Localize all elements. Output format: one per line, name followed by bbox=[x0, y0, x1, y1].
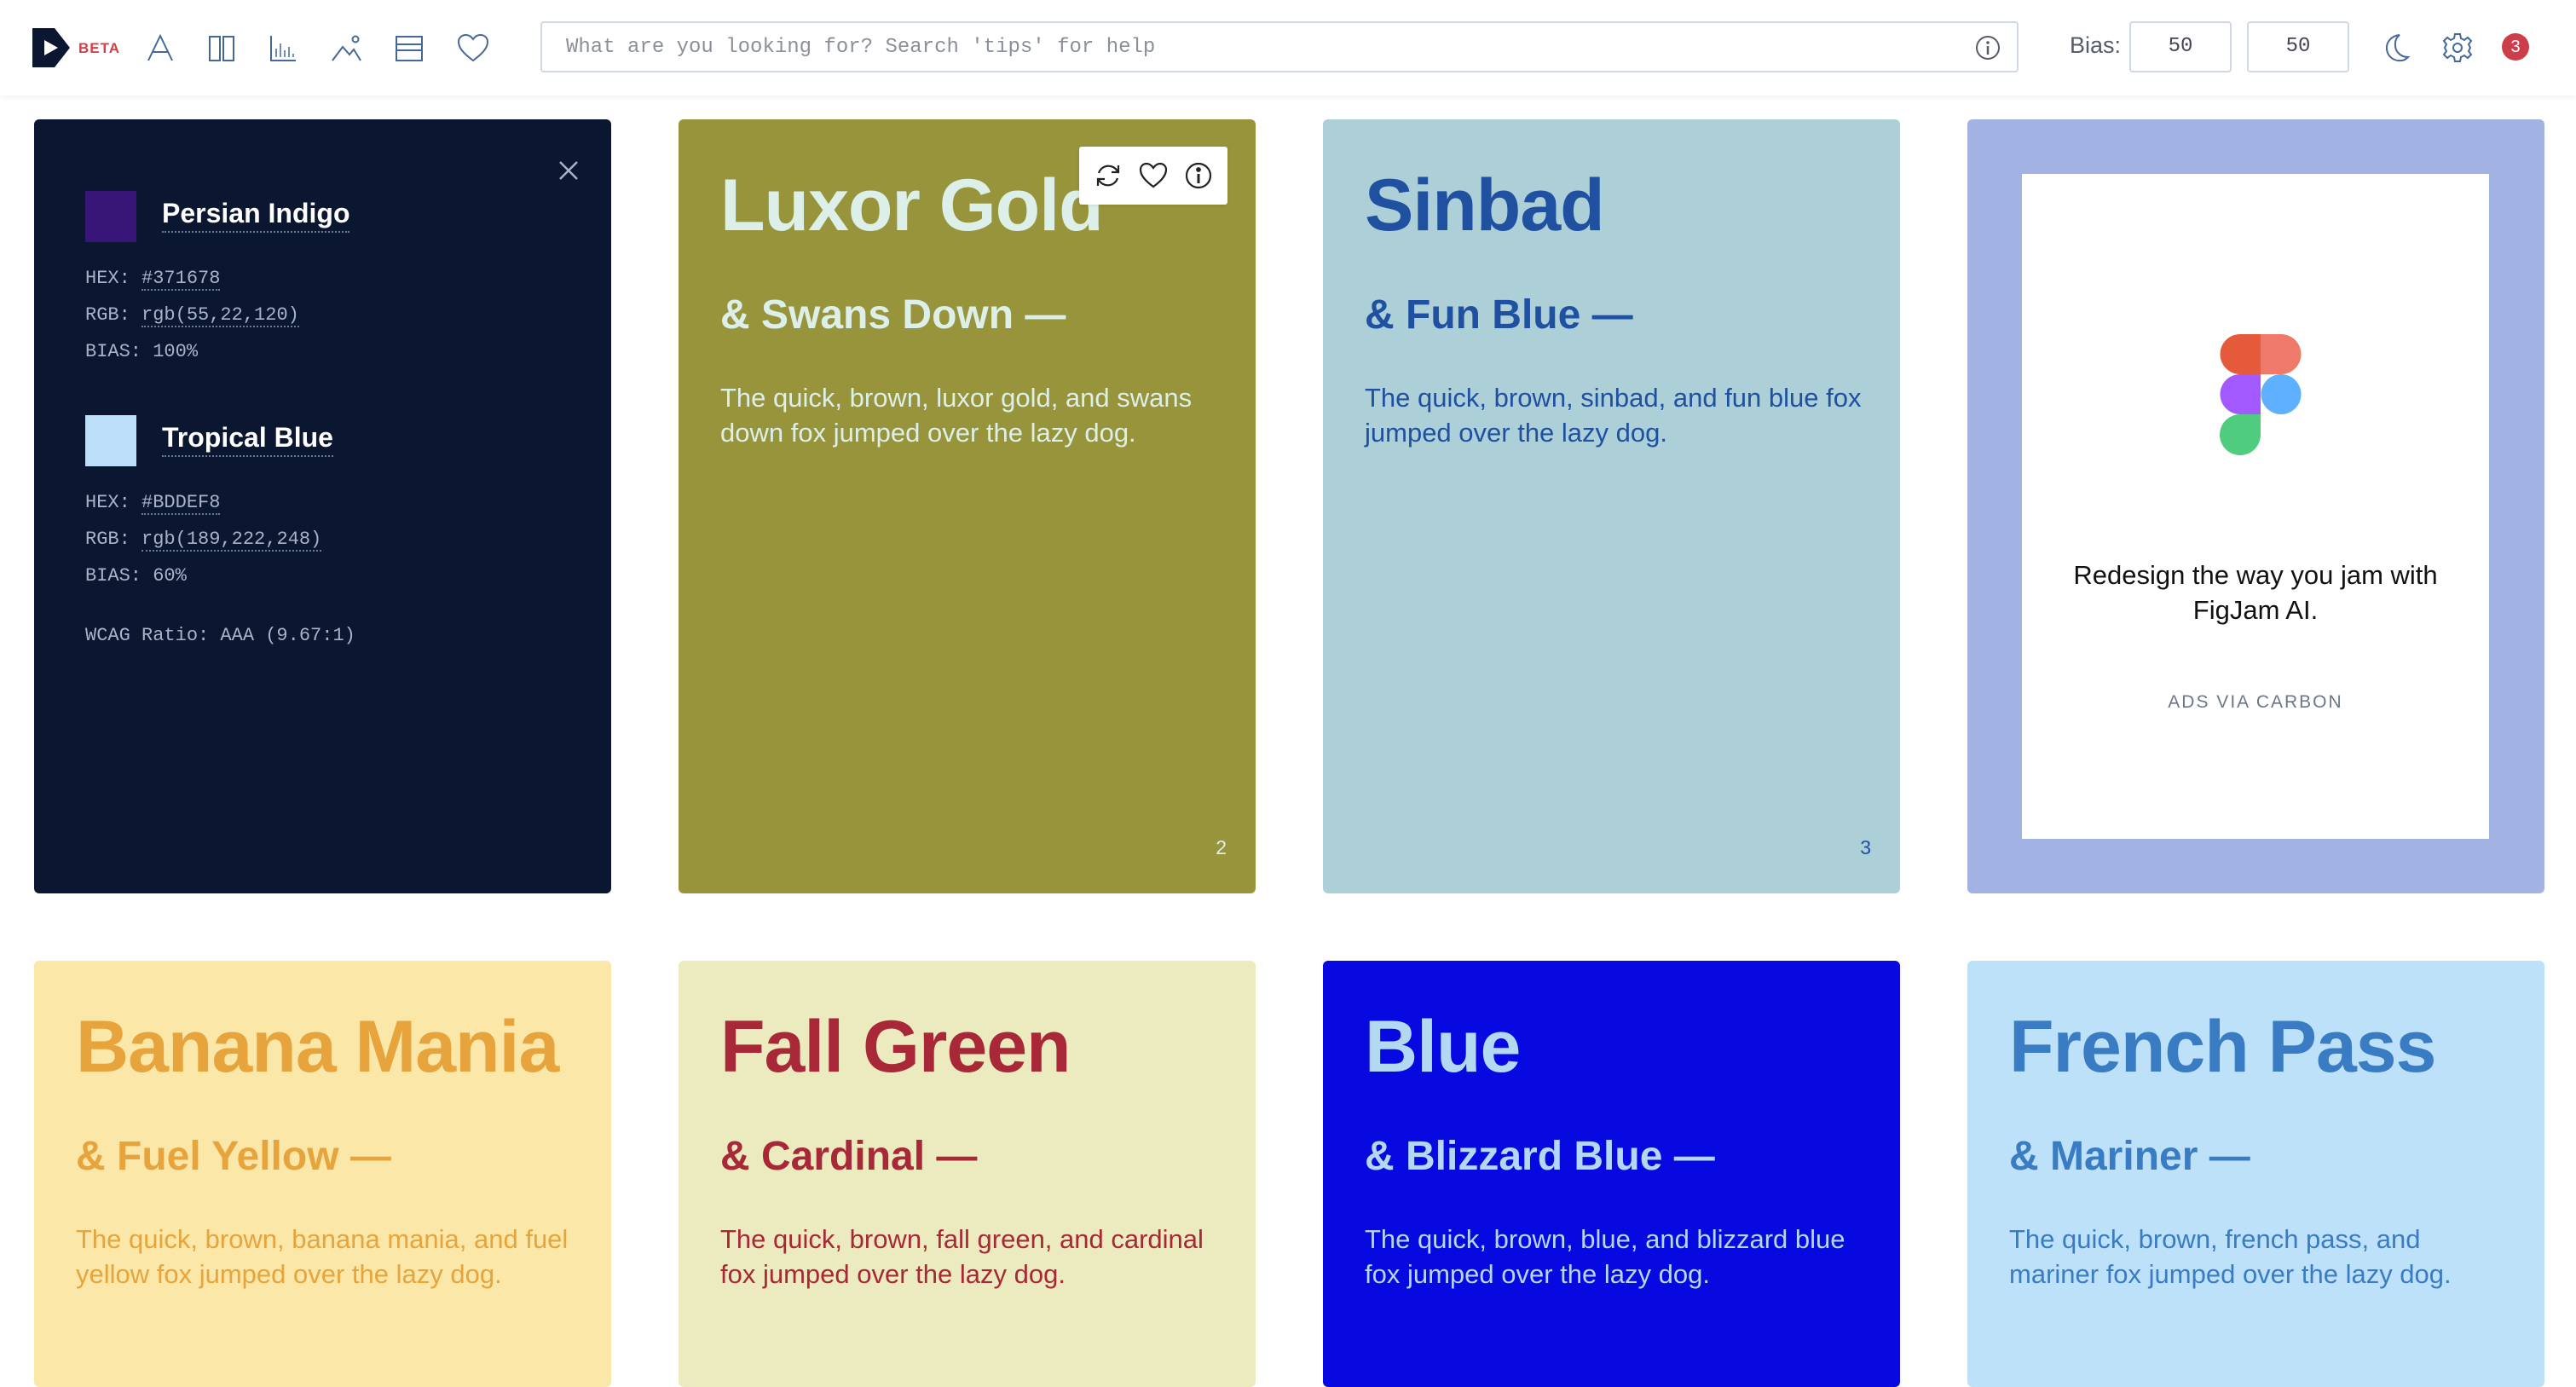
notification-badge[interactable]: 3 bbox=[2502, 33, 2529, 61]
card-title: Fall Green bbox=[720, 1006, 1071, 1088]
rgb-row-2: RGB: rgb(189,222,248) bbox=[85, 529, 322, 552]
card-description: The quick, brown, luxor gold, and swans … bbox=[720, 383, 1193, 448]
hex-row-1: HEX: #371678 bbox=[85, 268, 221, 291]
card-action-toolbar bbox=[1079, 147, 1227, 205]
ad-container[interactable]: Redesign the way you jam with FigJam AI.… bbox=[2022, 174, 2489, 839]
search-bar bbox=[540, 21, 2019, 72]
dark-mode-icon[interactable] bbox=[2378, 31, 2412, 65]
card-subtitle: & Fun Blue — bbox=[1365, 292, 1633, 338]
card-title: French Pass bbox=[2009, 1006, 2436, 1088]
search-info-icon[interactable] bbox=[1974, 34, 2001, 61]
rgb-label: RGB: bbox=[85, 304, 130, 326]
card-subtitle: & Cardinal — bbox=[720, 1134, 978, 1179]
beta-badge: BETA bbox=[78, 40, 121, 56]
hex-value-2[interactable]: #BDDEF8 bbox=[142, 492, 221, 515]
wcag-ratio: WCAG Ratio: AAA (9.67:1) bbox=[85, 625, 355, 646]
figma-logo-icon bbox=[2220, 334, 2302, 455]
top-navbar: BETA Bias: 50 50 3 bbox=[0, 0, 2576, 95]
color-swatch-tropical-blue bbox=[85, 415, 136, 466]
hex-label: HEX: bbox=[85, 268, 130, 289]
card-subtitle: & Mariner — bbox=[2009, 1134, 2250, 1179]
rgb-row-1: RGB: rgb(55,22,120) bbox=[85, 304, 299, 327]
color-name-1[interactable]: Persian Indigo bbox=[162, 198, 350, 233]
card-description: The quick, brown, blue, and blizzard blu… bbox=[1365, 1224, 1845, 1289]
color-swatch-persian-indigo bbox=[85, 191, 136, 242]
palette-card-blue[interactable]: Blue & Blizzard Blue — The quick, brown,… bbox=[1323, 961, 1900, 1387]
color-name-2[interactable]: Tropical Blue bbox=[162, 422, 333, 457]
ads-via-carbon-link[interactable]: ADS VIA CARBON bbox=[2022, 692, 2489, 713]
card-title: Sinbad bbox=[1365, 165, 1605, 246]
bias-input-2[interactable]: 50 bbox=[2247, 21, 2349, 72]
columns-icon[interactable] bbox=[203, 30, 240, 67]
palette-card-banana-mania[interactable]: Banana Mania & Fuel Yellow — The quick, … bbox=[34, 961, 611, 1387]
logo-icon[interactable] bbox=[32, 28, 70, 67]
rgb-value-2[interactable]: rgb(189,222,248) bbox=[142, 529, 322, 552]
carbon-ad-card: Redesign the way you jam with FigJam AI.… bbox=[1967, 119, 2544, 893]
hex-label: HEX: bbox=[85, 492, 130, 513]
palette-card-fall-green[interactable]: Fall Green & Cardinal — The quick, brown… bbox=[679, 961, 1256, 1387]
typography-icon[interactable] bbox=[142, 30, 179, 67]
card-number: 3 bbox=[1860, 836, 1871, 858]
card-subtitle: & Swans Down — bbox=[720, 292, 1066, 338]
close-icon[interactable] bbox=[557, 159, 580, 182]
favorite-heart-icon[interactable] bbox=[1137, 159, 1170, 192]
palette-card-french-pass[interactable]: French Pass & Mariner — The quick, brown… bbox=[1967, 961, 2544, 1387]
card-number: 2 bbox=[1216, 836, 1227, 858]
palette-card-luxor-gold[interactable]: Luxor Gold & Swans Down — The quick, bro… bbox=[679, 119, 1256, 893]
card-subtitle: & Blizzard Blue — bbox=[1365, 1134, 1715, 1179]
card-subtitle: & Fuel Yellow — bbox=[76, 1134, 391, 1179]
rows-icon[interactable] bbox=[390, 30, 428, 67]
card-description: The quick, brown, french pass, and marin… bbox=[2009, 1224, 2452, 1289]
search-input[interactable] bbox=[566, 30, 1930, 64]
settings-gear-icon[interactable] bbox=[2440, 31, 2475, 65]
hex-row-2: HEX: #BDDEF8 bbox=[85, 492, 221, 515]
card-title: Banana Mania bbox=[76, 1006, 559, 1088]
info-icon[interactable] bbox=[1182, 159, 1215, 192]
chart-icon[interactable] bbox=[264, 30, 302, 67]
bias-row-1: BIAS: 100% bbox=[85, 341, 199, 362]
card-description: The quick, brown, sinbad, and fun blue f… bbox=[1365, 383, 1862, 448]
image-icon[interactable] bbox=[327, 30, 365, 67]
ad-text[interactable]: Redesign the way you jam with FigJam AI. bbox=[2056, 558, 2455, 627]
bias-input-1[interactable]: 50 bbox=[2129, 21, 2232, 72]
bias-row-2: BIAS: 60% bbox=[85, 565, 187, 587]
card-description: The quick, brown, fall green, and cardin… bbox=[720, 1224, 1204, 1289]
rgb-value-1[interactable]: rgb(55,22,120) bbox=[142, 304, 299, 327]
card-title: Luxor Gold bbox=[720, 165, 1104, 246]
heart-icon[interactable] bbox=[454, 30, 492, 67]
color-info-card: Persian Indigo HEX: #371678 RGB: rgb(55,… bbox=[34, 119, 611, 893]
rgb-label: RGB: bbox=[85, 529, 130, 550]
refresh-icon[interactable] bbox=[1092, 159, 1124, 192]
palette-card-sinbad[interactable]: Sinbad & Fun Blue — The quick, brown, si… bbox=[1323, 119, 1900, 893]
card-description: The quick, brown, banana mania, and fuel… bbox=[76, 1224, 569, 1289]
card-title: Blue bbox=[1365, 1006, 1521, 1088]
hex-value-1[interactable]: #371678 bbox=[142, 268, 221, 291]
bias-label: Bias: bbox=[2070, 32, 2122, 58]
